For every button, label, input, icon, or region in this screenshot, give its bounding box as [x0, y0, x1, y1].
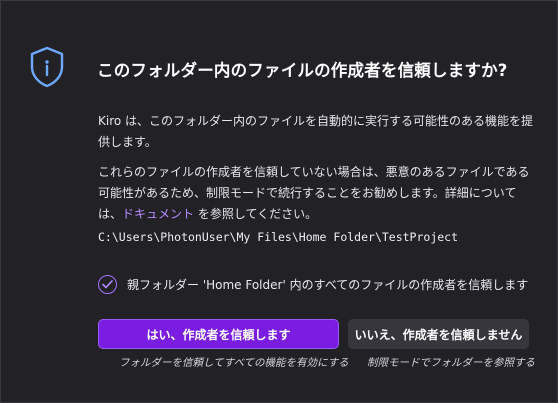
- dont-trust-button[interactable]: いいえ、作成者を信頼しません: [348, 319, 529, 349]
- checkmark-icon: [102, 280, 113, 289]
- trust-parent-label[interactable]: 親フォルダー 'Home Folder' 内のすべてのファイルの作成者を信頼しま…: [127, 276, 528, 293]
- shield-icon: [27, 45, 67, 89]
- folder-path: C:\Users\PhotonUser\My Files\Home Folder…: [98, 230, 459, 244]
- trust-authors-button[interactable]: はい、作成者を信頼します: [98, 319, 339, 349]
- restricted-mode-hint: 制限モードでフォルダーを参照する: [367, 357, 535, 369]
- trust-parent-checkbox[interactable]: [98, 275, 117, 294]
- warning-paragraph: これらのファイルの作成者を信頼していない場合は、悪意のあるファイルである可能性が…: [98, 162, 538, 225]
- dialog-title: このフォルダー内のファイルの作成者を信頼しますか?: [97, 61, 508, 80]
- trust-hint: フォルダーを信頼してすべての機能を有効にする: [119, 357, 349, 369]
- trust-dialog: このフォルダー内のファイルの作成者を信頼しますか? Kiro は、このフォルダー…: [0, 0, 558, 403]
- warning-text-end: を参照してください。: [194, 207, 318, 221]
- documentation-link[interactable]: ドキュメント: [122, 207, 194, 221]
- description-paragraph: Kiro は、このフォルダー内のファイルを自動的に実行する可能性のある機能を提供…: [98, 114, 534, 149]
- trust-parent-option[interactable]: 親フォルダー 'Home Folder' 内のすべてのファイルの作成者を信頼しま…: [98, 275, 528, 294]
